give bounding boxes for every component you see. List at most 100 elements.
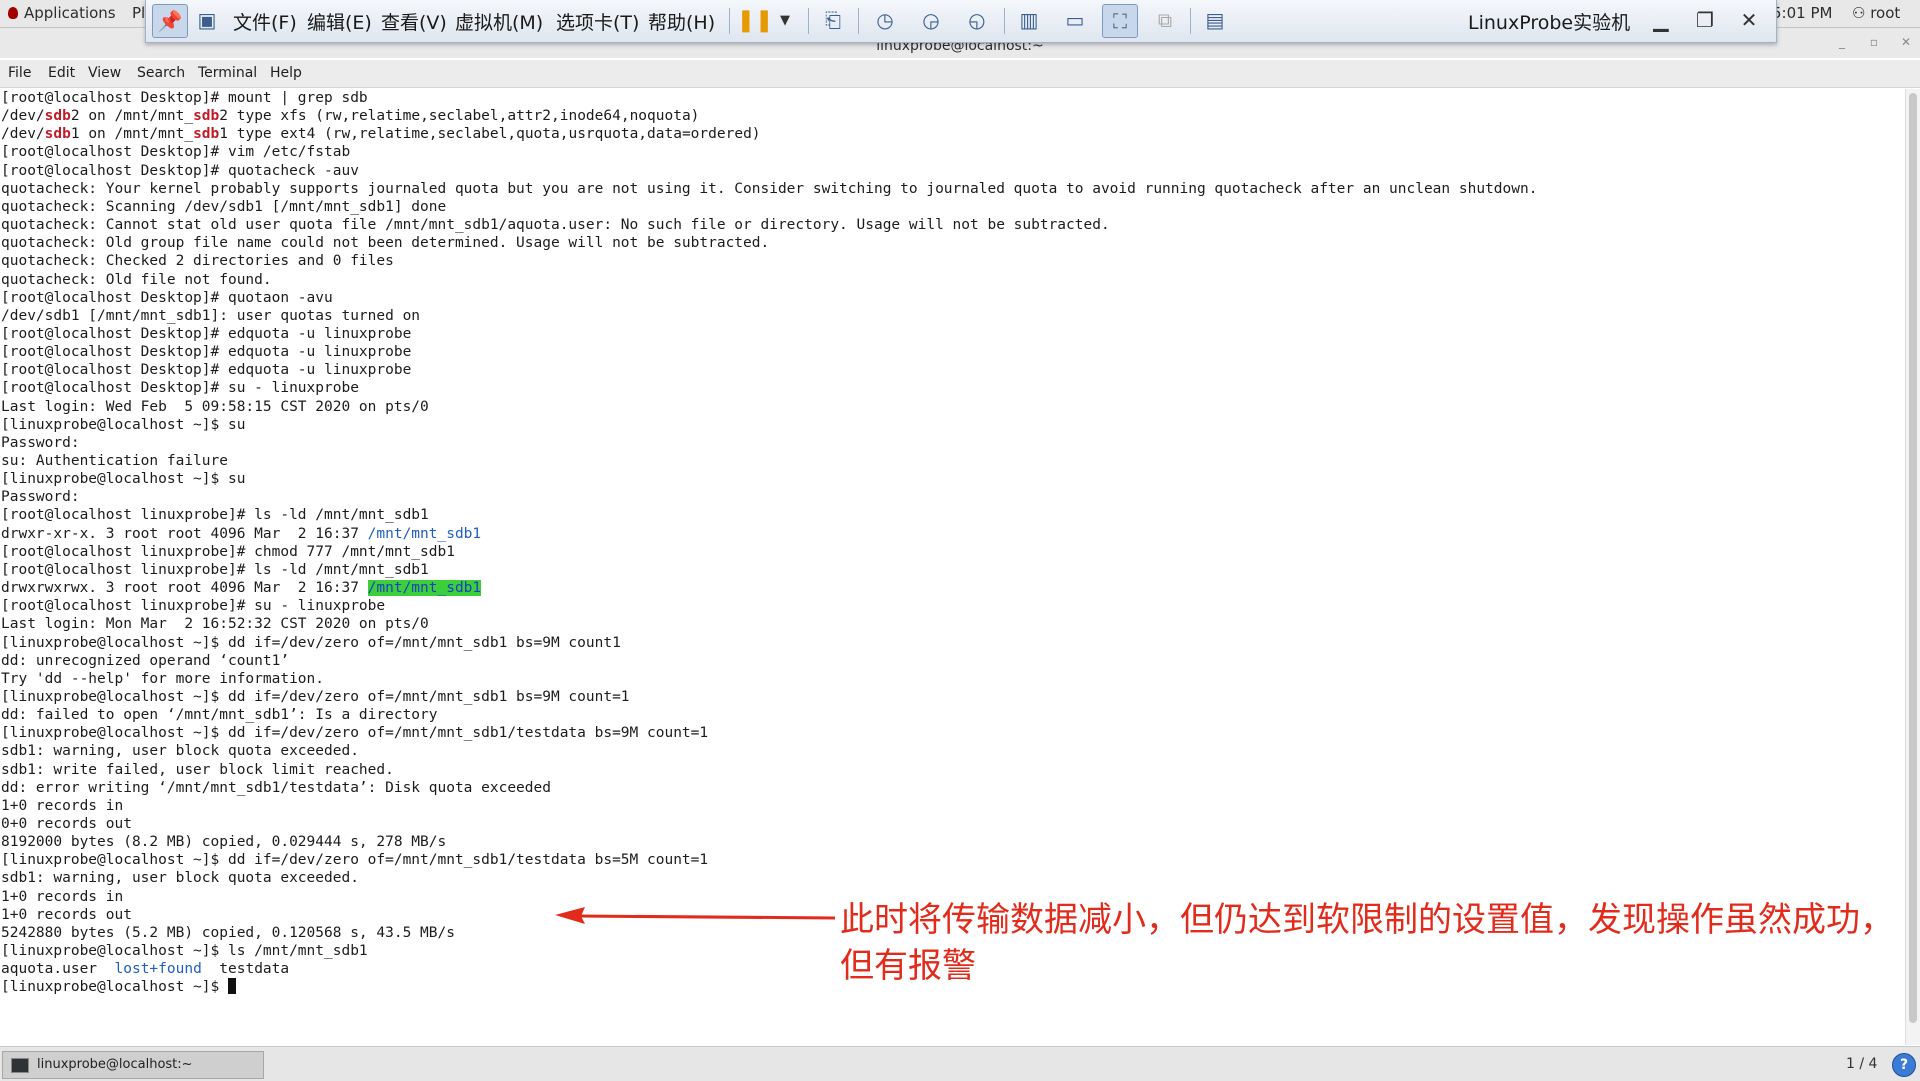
terminal-line: drwxr-xr-x. 3 root root 4096 Mar 2 16:37… [1, 525, 481, 543]
taskbar-label: linuxprobe@localhost:~ [37, 1057, 193, 1072]
gnome-foot-icon [8, 7, 18, 19]
terminal-text-segment: [linuxprobe@localhost ~]$ [1, 979, 228, 996]
directory-name: /mnt/mnt_sdb1 [367, 525, 482, 542]
toolbar-separator [1004, 8, 1005, 34]
workspace-indicator[interactable]: 1 / 4 [1846, 1056, 1877, 1072]
library-view-icon[interactable]: ▥ [1012, 4, 1046, 36]
vmware-toolbar: 📌 ▣ 文件(F) 编辑(E) 查看(V) 虚拟机(M) 选项卡(T) 帮助(H… [145, 0, 1777, 43]
terminal-line: quotacheck: Checked 2 directories and 0 … [1, 253, 394, 270]
vm-close-button[interactable]: ✕ [1736, 8, 1762, 32]
terminal-line: dd: failed to open ‘/mnt/mnt_sdb1’: Is a… [1, 707, 438, 724]
terminal-line: quotacheck: Old group file name could no… [1, 235, 770, 252]
console-view-icon[interactable]: ▤ [1198, 4, 1232, 36]
applications-label: Applications [24, 4, 116, 22]
scrollbar-thumb[interactable] [1909, 93, 1917, 1023]
vm-minimize-button[interactable]: ▁ [1648, 8, 1674, 32]
places-menu[interactable]: Pl [132, 4, 145, 22]
help-icon[interactable]: ? [1892, 1053, 1916, 1077]
terminal-maximize-button[interactable]: ▫ [1864, 34, 1884, 50]
terminal-text-segment: /dev/ [1, 126, 45, 143]
terminal-text-segment: aquota.user [1, 961, 115, 978]
terminal-line: 0+0 records out [1, 816, 132, 832]
user-label: root [1870, 4, 1901, 22]
terminal-scrollbar[interactable] [1905, 89, 1920, 1045]
menu-help[interactable]: 帮助(H) [648, 8, 715, 35]
terminal-line: aquota.user lost+found testdata [1, 960, 289, 978]
terminal-line: quotacheck: Cannot stat old user quota f… [1, 217, 1110, 234]
terminal-line: [root@localhost Desktop]# mount | grep s… [1, 90, 368, 106]
terminal-text-segment: 1 type ext4 (rw,relatime,seclabel,quota,… [219, 126, 761, 143]
world-writable-directory: /mnt/mnt_sdb1 [367, 580, 482, 597]
terminal-line: quotacheck: Your kernel probably support… [1, 180, 1538, 197]
terminal-line: drwxrwxrwx. 3 root root 4096 Mar 2 16:37… [1, 579, 482, 597]
menu-search[interactable]: Search [137, 65, 185, 81]
menu-view[interactable]: View [88, 65, 121, 81]
clock-label: 5:01 PM [1772, 4, 1833, 22]
terminal-line: [root@localhost linuxprobe]# su - linuxp… [1, 598, 386, 615]
terminal-line: dd: error writing ‘/mnt/mnt_sdb1/testdat… [1, 779, 551, 796]
terminal-line: sdb1: write failed, user block limit rea… [1, 761, 394, 778]
menu-help[interactable]: Help [270, 65, 302, 81]
user-menu[interactable]: ⚇ root [1852, 4, 1900, 22]
annotation-arrow [555, 907, 836, 924]
menu-file[interactable]: File [8, 65, 31, 81]
menu-edit[interactable]: Edit [48, 65, 75, 81]
fullscreen-icon[interactable]: ⛶ [1102, 4, 1138, 38]
terminal-line: 5242880 bytes (5.2 MB) copied, 0.120568 … [1, 924, 455, 941]
menu-file[interactable]: 文件(F) [233, 8, 297, 35]
terminal-line: Password: [1, 434, 80, 451]
terminal-text-segment: 1 on /mnt/mnt_ [70, 126, 194, 143]
grep-match: sdb [44, 108, 71, 125]
pin-icon[interactable]: 📌 [152, 4, 188, 38]
menu-view[interactable]: 查看(V) [381, 8, 447, 35]
terminal-close-button[interactable]: ✕ [1896, 34, 1916, 50]
toolbar-separator [1190, 8, 1191, 34]
taskbar-terminal-item[interactable]: linuxprobe@localhost:~ [2, 1051, 264, 1079]
applications-menu[interactable]: Applications [8, 4, 116, 22]
snapshot-take-icon[interactable]: ◷ [868, 4, 902, 36]
unity-icon[interactable]: ⧉ [1148, 4, 1182, 36]
terminal-line: [linuxprobe@localhost ~]$ su [1, 416, 246, 433]
terminal-line: [root@localhost Desktop]# edquota -u lin… [1, 362, 412, 379]
terminal-text-segment: testdata [201, 961, 290, 978]
terminal-line: /dev/sdb1 on /mnt/mnt_sdb1 type ext4 (rw… [1, 125, 761, 143]
chevron-down-icon[interactable]: ▼ [768, 4, 802, 36]
vmware-logo-icon[interactable]: ▣ [190, 4, 224, 36]
terminal-text-segment: drwxr-xr-x. 3 root root 4096 Mar 2 16:37 [1, 525, 368, 542]
terminal-text-segment: 2 on /mnt/mnt_ [70, 108, 194, 125]
terminal-minimize-button[interactable]: _ [1832, 34, 1852, 50]
toolbar-separator [808, 8, 809, 34]
terminal-line: 1+0 records out [1, 906, 132, 923]
thumbnail-view-icon[interactable]: ▭ [1058, 4, 1092, 36]
terminal-line: [root@localhost linuxprobe]# ls -ld /mnt… [1, 561, 429, 578]
terminal-line: [root@localhost Desktop]# edquota -u lin… [1, 344, 412, 361]
terminal-line: Last login: Mon Mar 2 16:52:32 CST 2020 … [1, 616, 429, 633]
vm-restore-button[interactable]: ❐ [1692, 8, 1718, 32]
terminal-line: 8192000 bytes (8.2 MB) copied, 0.029444 … [1, 834, 447, 851]
vm-title: LinuxProbe实验机 [1468, 12, 1631, 34]
menu-vm[interactable]: 虚拟机(M) [455, 8, 543, 35]
snapshot-manager-icon[interactable]: ◵ [960, 4, 994, 36]
terminal-line: /dev/sdb2 on /mnt/mnt_sdb2 type xfs (rw,… [1, 107, 699, 125]
grep-match: sdb [193, 126, 220, 143]
terminal-line: Last login: Wed Feb 5 09:58:15 CST 2020 … [1, 398, 429, 415]
pause-icon[interactable]: ❚❚ [737, 4, 774, 36]
menu-edit[interactable]: 编辑(E) [307, 8, 372, 35]
terminal-line: Try 'dd --help' for more information. [1, 670, 325, 687]
menu-terminal[interactable]: Terminal [198, 65, 257, 81]
terminal-line: [root@localhost Desktop]# su - linuxprob… [1, 380, 359, 397]
snapshot-revert-icon[interactable]: ◶ [914, 4, 948, 36]
terminal-line: /dev/sdb1 [/mnt/mnt_sdb1]: user quotas t… [1, 307, 421, 324]
menu-tabs[interactable]: 选项卡(T) [556, 8, 639, 35]
directory-name: lost+found [114, 961, 202, 978]
grep-match: sdb [44, 126, 71, 143]
terminal-line: [linuxprobe@localhost ~]$ dd if=/dev/zer… [1, 852, 709, 869]
terminal-menubar: File Edit View Search Terminal Help [0, 60, 1920, 88]
send-ctrl-alt-del-icon[interactable]: ⎗ [816, 4, 850, 36]
terminal-line: sdb1: warning, user block quota exceeded… [1, 743, 359, 760]
terminal-line: [linuxprobe@localhost ~]$ [1, 978, 236, 996]
terminal-line: quotacheck: Scanning /dev/sdb1 [/mnt/mnt… [1, 198, 447, 215]
terminal-line: [linuxprobe@localhost ~]$ dd if=/dev/zer… [1, 634, 621, 651]
terminal-line: 1+0 records in [1, 888, 124, 905]
clock[interactable]: 5:01 PM [1772, 4, 1832, 22]
